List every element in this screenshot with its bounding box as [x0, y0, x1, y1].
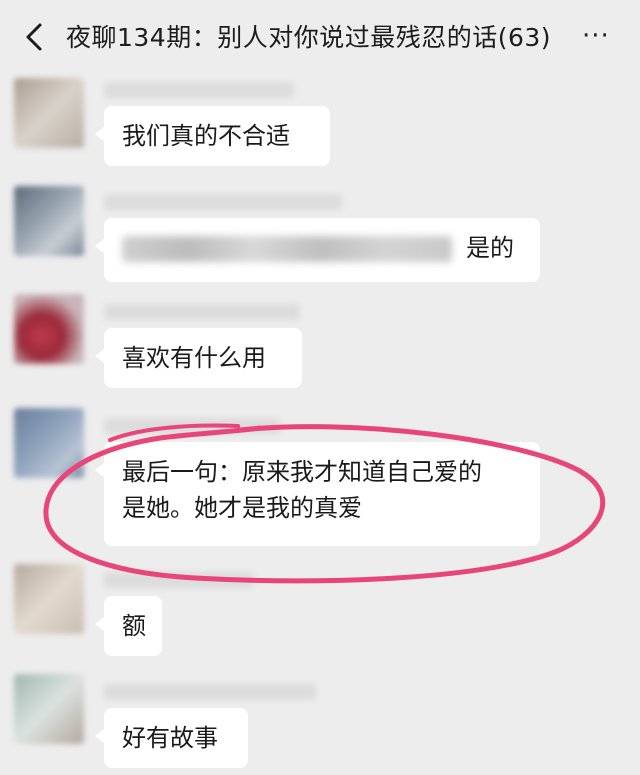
message-text: 额: [122, 612, 146, 640]
avatar[interactable]: [14, 674, 84, 744]
more-horizontal-icon[interactable]: ···: [582, 22, 616, 50]
message-bubble[interactable]: 好有故事: [95, 708, 248, 768]
message-text: 我们真的不合适: [122, 122, 290, 150]
message-text-line: 最后一句：原来我才知道自己爱的: [122, 458, 482, 486]
avatar[interactable]: [14, 564, 84, 634]
sender-name: [104, 572, 254, 588]
message-bubble[interactable]: 喜欢有什么用: [95, 328, 302, 388]
avatar[interactable]: [14, 408, 84, 478]
avatar[interactable]: [14, 294, 84, 364]
sender-name: [104, 82, 294, 98]
message-text-line: 是她。她才是我的真爱: [122, 494, 362, 522]
message-text: 好有故事: [122, 724, 218, 752]
avatar[interactable]: [14, 186, 84, 256]
sender-name: [104, 684, 316, 700]
sender-name: [104, 418, 280, 434]
message-bubble[interactable]: 是的: [95, 218, 540, 282]
sender-name: [104, 194, 342, 210]
message-text: 是的: [466, 234, 514, 262]
chat-header: 夜聊134期：别人对你说过最残忍的话(63) ···: [0, 0, 640, 72]
message-text: 喜欢有什么用: [122, 344, 266, 372]
chevron-left-icon[interactable]: [22, 22, 48, 52]
message-bubble[interactable]: 最后一句：原来我才知道自己爱的 是她。她才是我的真爱: [95, 442, 540, 546]
message-list: 我们真的不合适 是的 喜欢有什么用 最后一句：原来我才知道自己爱的 是她。她才是…: [0, 72, 640, 775]
blurred-mention: [122, 236, 452, 262]
avatar[interactable]: [14, 78, 84, 148]
message-bubble[interactable]: 我们真的不合适: [95, 106, 330, 166]
message-bubble[interactable]: 额: [95, 596, 162, 656]
sender-name: [104, 304, 300, 320]
chat-title: 夜聊134期：别人对你说过最残忍的话(63): [66, 23, 552, 52]
